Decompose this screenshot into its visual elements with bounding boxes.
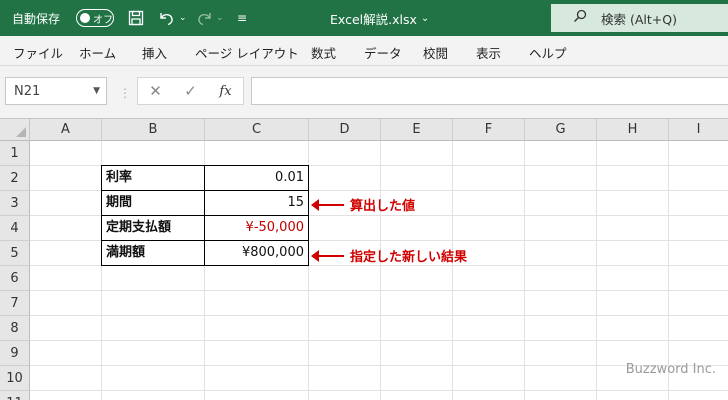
- cell-b4[interactable]: 定期支払額: [102, 216, 204, 241]
- row-header[interactable]: 10: [0, 366, 30, 391]
- worksheet-grid[interactable]: A B C D E F G H I 1 2 3 4 5 6 7 8 9 10 1…: [0, 118, 728, 400]
- gridline: [30, 290, 728, 291]
- name-box-value: N21: [14, 83, 41, 99]
- title-bar: 自動保存 オフ ⌄ ⌄ ≡ Excel解説.xlsx ⌄ 検索 (Alt+Q): [0, 0, 728, 36]
- tab-view[interactable]: 表示: [476, 43, 501, 62]
- column-header[interactable]: H: [597, 119, 669, 141]
- row-header[interactable]: 3: [0, 191, 30, 216]
- row-header[interactable]: 5: [0, 241, 30, 266]
- formula-input[interactable]: [251, 77, 728, 105]
- row-header[interactable]: 4: [0, 216, 30, 241]
- formula-buttons: ✕ ✓ fx: [137, 77, 244, 105]
- gridline: [30, 340, 728, 341]
- cell-b5[interactable]: 満期額: [102, 241, 204, 266]
- column-header[interactable]: C: [205, 119, 309, 141]
- search-box[interactable]: 検索 (Alt+Q): [551, 4, 728, 32]
- search-icon: [573, 9, 587, 27]
- annotation-target-result: 指定した新しい結果: [350, 250, 468, 265]
- document-title[interactable]: Excel解説.xlsx ⌄: [330, 0, 429, 36]
- annotation-computed-value: 算出した値: [350, 199, 416, 214]
- ribbon-tabs: ファイル ホーム 挿入 ページ レイアウト 数式 データ 校閲 表示 ヘルプ: [0, 36, 728, 66]
- tab-file[interactable]: ファイル: [13, 43, 63, 62]
- tab-page-layout[interactable]: ページ レイアウト: [195, 43, 299, 62]
- formula-bar-grip-icon: ⋮: [119, 86, 131, 100]
- formula-bar: N21 ▼ ⋮ ✕ ✓ fx: [0, 66, 728, 118]
- select-all-button[interactable]: [0, 119, 30, 141]
- gridline: [30, 315, 728, 316]
- column-header[interactable]: A: [30, 119, 102, 141]
- name-box[interactable]: N21 ▼: [5, 77, 107, 105]
- cancel-icon[interactable]: ✕: [138, 82, 173, 100]
- row-header[interactable]: 9: [0, 341, 30, 366]
- tab-data[interactable]: データ: [364, 43, 402, 62]
- tab-insert[interactable]: 挿入: [142, 43, 167, 62]
- tab-help[interactable]: ヘルプ: [529, 43, 567, 62]
- annotation-arrow: [311, 250, 344, 262]
- name-box-dropdown-icon[interactable]: ▼: [93, 86, 100, 96]
- gridline: [30, 365, 728, 366]
- autosave-toggle[interactable]: オフ: [76, 9, 114, 27]
- column-header[interactable]: I: [669, 119, 728, 141]
- save-icon[interactable]: [128, 0, 144, 36]
- chevron-down-icon: ⌄: [420, 12, 430, 24]
- cell-b2[interactable]: 利率: [102, 166, 204, 191]
- cell-c5[interactable]: ¥800,000: [206, 241, 308, 266]
- row-header[interactable]: 2: [0, 166, 30, 191]
- cell-c3[interactable]: 15: [206, 191, 308, 216]
- column-header[interactable]: B: [102, 119, 205, 141]
- row-header[interactable]: 6: [0, 266, 30, 291]
- row-header[interactable]: 11: [0, 391, 30, 400]
- column-header[interactable]: G: [525, 119, 597, 141]
- annotation-arrow: [311, 199, 344, 211]
- cell-b3[interactable]: 期間: [102, 191, 204, 216]
- file-title: Excel解説.xlsx: [330, 11, 417, 27]
- gridline: [30, 390, 728, 391]
- row-header[interactable]: 8: [0, 316, 30, 341]
- toggle-label: オフ: [93, 14, 113, 26]
- tab-review[interactable]: 校閲: [423, 43, 448, 62]
- redo-icon[interactable]: [196, 0, 214, 36]
- gridline: [380, 141, 381, 400]
- column-header[interactable]: E: [381, 119, 453, 141]
- watermark: Buzzword Inc.: [625, 362, 716, 377]
- search-placeholder: 検索 (Alt+Q): [601, 11, 677, 27]
- enter-icon[interactable]: ✓: [173, 82, 208, 100]
- gridline: [596, 141, 597, 400]
- autosave-label: 自動保存: [12, 11, 61, 26]
- redo-dropdown-icon[interactable]: ⌄: [216, 0, 224, 36]
- column-header[interactable]: D: [309, 119, 381, 141]
- cell-c4[interactable]: ¥-50,000: [206, 216, 308, 241]
- gridline: [524, 141, 525, 400]
- undo-icon[interactable]: [157, 0, 175, 36]
- row-header[interactable]: 7: [0, 291, 30, 316]
- customize-qat-icon[interactable]: ≡: [237, 0, 247, 36]
- gridline: [452, 141, 453, 400]
- insert-function-icon[interactable]: fx: [208, 84, 243, 99]
- column-header[interactable]: F: [453, 119, 525, 141]
- cell-c2[interactable]: 0.01: [206, 166, 308, 191]
- tab-formulas[interactable]: 数式: [311, 43, 336, 62]
- toggle-knob: [80, 13, 90, 23]
- row-header[interactable]: 1: [0, 141, 30, 166]
- tab-home[interactable]: ホーム: [79, 43, 116, 62]
- undo-dropdown-icon[interactable]: ⌄: [179, 0, 187, 36]
